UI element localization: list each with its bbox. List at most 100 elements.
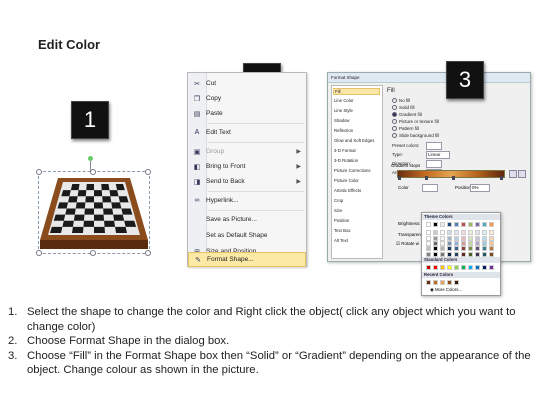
direction-dropdown[interactable]: [426, 160, 442, 168]
remove-stop-icon[interactable]: [518, 170, 526, 178]
menu-item-send-to-back[interactable]: ◨ Send to Back ▶: [188, 174, 306, 189]
color-swatch[interactable]: [461, 240, 466, 246]
color-swatch[interactable]: [482, 222, 487, 227]
resize-handle[interactable]: [90, 169, 96, 175]
color-swatch[interactable]: [461, 251, 466, 257]
preset-colors-dropdown[interactable]: [426, 142, 442, 150]
color-swatch[interactable]: [433, 280, 438, 285]
color-swatch[interactable]: [461, 265, 466, 270]
radio-picture-fill[interactable]: Picture or texture fill: [392, 119, 439, 125]
menu-item-paste[interactable]: ▤ Paste: [188, 106, 306, 121]
color-swatch[interactable]: [447, 230, 452, 236]
color-swatch[interactable]: [454, 230, 459, 236]
color-swatch[interactable]: [447, 222, 452, 227]
color-swatch[interactable]: [433, 222, 438, 227]
menu-item-hyperlink[interactable]: ∞ Hyperlink...: [188, 193, 306, 208]
color-swatch[interactable]: [475, 265, 480, 270]
color-swatch[interactable]: [475, 230, 480, 236]
color-swatch[interactable]: [475, 246, 480, 252]
color-swatch[interactable]: [489, 222, 494, 227]
menu-item-bring-to-front[interactable]: ◧ Bring to Front ▶: [188, 159, 306, 174]
color-swatch[interactable]: [468, 246, 473, 252]
color-swatch[interactable]: [482, 240, 487, 246]
color-swatch[interactable]: [489, 240, 494, 246]
nav-item-shadow[interactable]: Shadow: [334, 118, 350, 123]
color-swatch[interactable]: [440, 240, 445, 246]
color-swatch[interactable]: [468, 251, 473, 257]
color-swatch[interactable]: [433, 230, 438, 236]
color-swatch[interactable]: [461, 235, 466, 241]
radio-pattern-fill[interactable]: Pattern fill: [392, 126, 419, 132]
radio-solid-fill[interactable]: Solid fill: [392, 105, 415, 111]
nav-item-3d-format[interactable]: 3-D Format: [334, 148, 356, 153]
more-colors-link[interactable]: ◉ More Colors...: [430, 287, 462, 293]
color-swatch[interactable]: [489, 251, 494, 257]
color-swatch[interactable]: [440, 235, 445, 241]
color-swatch[interactable]: [447, 280, 452, 285]
color-swatch[interactable]: [426, 240, 431, 246]
nav-item-glow[interactable]: Glow and Soft Edges: [334, 138, 374, 143]
position-input[interactable]: 0%: [470, 184, 490, 192]
nav-item-reflection[interactable]: Reflection: [334, 128, 353, 133]
color-swatch[interactable]: [489, 265, 494, 270]
color-swatch[interactable]: [475, 222, 480, 227]
nav-item-picture-corrections[interactable]: Picture Corrections: [334, 168, 371, 173]
color-swatch[interactable]: [440, 246, 445, 252]
color-swatch[interactable]: [482, 265, 487, 270]
gradient-bar[interactable]: [397, 170, 505, 178]
chessboard-shape[interactable]: [38, 176, 150, 252]
type-dropdown[interactable]: Linear: [426, 151, 450, 159]
color-swatch[interactable]: [482, 251, 487, 257]
color-swatch[interactable]: [461, 230, 466, 236]
resize-handle[interactable]: [36, 169, 42, 175]
color-swatch[interactable]: [475, 251, 480, 257]
color-swatch[interactable]: [468, 265, 473, 270]
color-swatch[interactable]: [454, 251, 459, 257]
nav-item-text-box[interactable]: Text Box: [334, 228, 350, 233]
color-swatch[interactable]: [440, 222, 445, 227]
color-swatch[interactable]: [454, 235, 459, 241]
menu-item-copy[interactable]: ❐ Copy: [188, 91, 306, 106]
color-swatch[interactable]: [426, 280, 431, 285]
nav-item-size[interactable]: Size: [334, 208, 342, 213]
gradient-stop[interactable]: [500, 176, 503, 180]
color-swatch[interactable]: [447, 240, 452, 246]
color-swatch[interactable]: [475, 235, 480, 241]
color-swatch[interactable]: [482, 246, 487, 252]
menu-item-group[interactable]: ▣ Group ▶: [188, 144, 306, 159]
color-swatch[interactable]: [440, 251, 445, 257]
nav-item-position[interactable]: Position: [334, 218, 349, 223]
nav-item-alt-text[interactable]: Alt Text: [334, 238, 348, 243]
gradient-stop[interactable]: [425, 176, 428, 180]
gradient-stop[interactable]: [398, 176, 401, 180]
color-swatch[interactable]: [489, 235, 494, 241]
nav-item-fill[interactable]: Fill: [333, 88, 380, 95]
color-swatch[interactable]: [454, 265, 459, 270]
color-swatch[interactable]: [433, 235, 438, 241]
rotate-with-shape-checkbox[interactable]: ☑ Rotate w: [396, 241, 419, 247]
resize-handle[interactable]: [145, 169, 151, 175]
color-swatch[interactable]: [468, 235, 473, 241]
color-swatch[interactable]: [454, 240, 459, 246]
color-swatch[interactable]: [426, 251, 431, 257]
menu-item-set-default-shape[interactable]: Set as Default Shape: [188, 228, 306, 243]
color-swatch[interactable]: [433, 246, 438, 252]
color-swatch[interactable]: [454, 280, 459, 285]
gradient-stop[interactable]: [452, 176, 455, 180]
color-swatch[interactable]: [468, 240, 473, 246]
color-swatch[interactable]: [468, 230, 473, 236]
color-swatch[interactable]: [475, 240, 480, 246]
radio-slide-bg-fill[interactable]: Slide background fill: [392, 133, 439, 139]
color-swatch[interactable]: [447, 235, 452, 241]
color-dropdown-button[interactable]: [422, 184, 438, 192]
color-swatch[interactable]: [482, 235, 487, 241]
color-swatch[interactable]: [482, 230, 487, 236]
nav-item-3d-rotation[interactable]: 3-D Rotation: [334, 158, 358, 163]
color-swatch[interactable]: [447, 246, 452, 252]
color-swatch[interactable]: [426, 265, 431, 270]
nav-item-line-color[interactable]: Line Color: [334, 98, 354, 103]
color-swatch[interactable]: [454, 222, 459, 227]
color-swatch[interactable]: [454, 246, 459, 252]
color-swatch[interactable]: [426, 222, 431, 227]
radio-gradient-fill[interactable]: Gradient fill: [392, 112, 422, 118]
